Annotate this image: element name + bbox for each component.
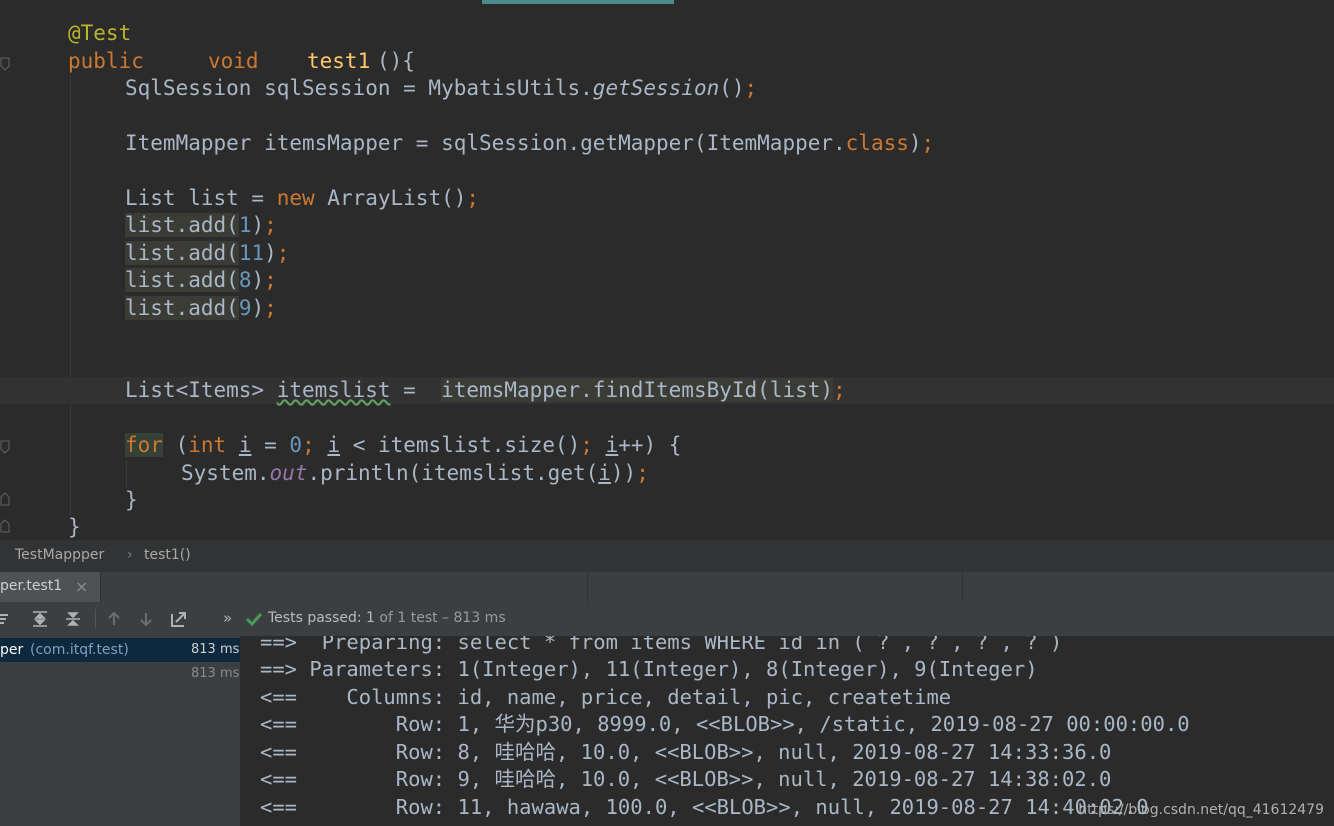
- method-name: test1: [307, 49, 371, 73]
- console-line: ==> Parameters: 1(Integer), 11(Integer),…: [260, 657, 1038, 681]
- keyword: public: [68, 49, 144, 73]
- test-duration: 813 ms: [191, 642, 240, 657]
- run-tab-label: per.test1: [0, 578, 63, 594]
- code-text: list.add(1);: [125, 213, 277, 237]
- breadcrumb: TestMappper › test1(): [0, 540, 1334, 572]
- console-line: <== Row: 11, hawawa, 100.0, <<BLOB>>, nu…: [260, 795, 1149, 819]
- code-line[interactable]: @Test: [0, 20, 1334, 47]
- test-class-label: per: [0, 642, 24, 658]
- code-text: }: [125, 488, 138, 512]
- tree-row-selected[interactable]: per (com.itqf.test) 813 ms: [0, 638, 240, 662]
- tab-divider: [962, 572, 963, 602]
- code-line[interactable]: for (int i = 0; i < itemslist.size(); i+…: [0, 432, 1334, 459]
- close-icon[interactable]: ×: [75, 577, 88, 596]
- test-package-label: (com.itqf.test): [30, 642, 129, 658]
- editor-tab-indicator: [482, 0, 674, 4]
- code-text: (){: [377, 49, 415, 73]
- code-text: list.add(8);: [125, 268, 277, 292]
- tab-divider: [587, 572, 588, 602]
- test-status-text: Tests passed: 1 of 1 test – 813 ms: [268, 610, 506, 626]
- keyword: void: [208, 49, 259, 73]
- code-editor[interactable]: @Test public void test1 (){ SqlSession s…: [0, 0, 1334, 540]
- run-toolbar: » Tests passed: 1 of 1 test – 813 ms: [0, 602, 1334, 636]
- code-text: List list = new ArrayList();: [125, 186, 480, 210]
- breadcrumb-item-method[interactable]: test1(): [144, 547, 191, 563]
- code-line[interactable]: list.add(8);: [0, 267, 1334, 294]
- code-line[interactable]: list.add(1);: [0, 212, 1334, 239]
- collapse-all-icon[interactable]: [64, 610, 82, 628]
- console-line: <== Row: 1, 华为p30, 8999.0, <<BLOB>>, /st…: [260, 712, 1190, 736]
- annotation: @Test: [68, 21, 132, 45]
- code-line[interactable]: }: [0, 487, 1334, 514]
- console-line: <== Row: 8, 哇哈哈, 10.0, <<BLOB>>, null, 2…: [260, 740, 1112, 764]
- code-line[interactable]: SqlSession sqlSession = MybatisUtils.get…: [0, 75, 1334, 102]
- run-tab-bar: per.test1 ×: [0, 572, 1334, 602]
- code-text: }: [68, 515, 81, 539]
- code-line[interactable]: list.add(9);: [0, 295, 1334, 322]
- watermark: https://blog.csdn.net/qq_41612479: [1078, 802, 1324, 818]
- code-text: for (int i = 0; i < itemslist.size(); i+…: [125, 433, 682, 457]
- run-tab-test1[interactable]: per.test1 ×: [0, 572, 100, 602]
- export-icon[interactable]: [170, 610, 188, 628]
- check-icon: [246, 612, 262, 626]
- test-duration: 813 ms: [191, 666, 240, 681]
- code-text: list.add(11);: [125, 241, 290, 265]
- code-text: ItemMapper itemsMapper = sqlSession.getM…: [125, 131, 935, 155]
- code-text: SqlSession sqlSession = MybatisUtils.get…: [125, 76, 758, 100]
- code-line[interactable]: list.add(11);: [0, 240, 1334, 267]
- arrow-down-icon[interactable]: [137, 610, 155, 628]
- test-results-tree: per (com.itqf.test) 813 ms 813 ms: [0, 636, 240, 826]
- console-line: <== Row: 9, 哇哈哈, 10.0, <<BLOB>>, null, 2…: [260, 767, 1112, 791]
- code-line[interactable]: System.out.println(itemslist.get(i));: [0, 460, 1334, 487]
- code-line[interactable]: List list = new ArrayList();: [0, 185, 1334, 212]
- arrow-up-icon[interactable]: [105, 610, 123, 628]
- code-line[interactable]: public void test1 (){: [0, 48, 1334, 75]
- toolbar-divider: [95, 609, 96, 629]
- code-line-current[interactable]: List<Items> itemslist = itemsMapper.find…: [0, 377, 1334, 404]
- more-icon[interactable]: »: [223, 609, 232, 627]
- tree-row[interactable]: 813 ms: [0, 662, 240, 686]
- code-text: list.add(9);: [125, 296, 277, 320]
- tab-divider: [100, 572, 101, 602]
- code-text: List<Items> itemslist = itemsMapper.find…: [125, 378, 846, 402]
- console-line: <== Columns: id, name, price, detail, pi…: [260, 685, 952, 709]
- console-output[interactable]: ==> Preparing: select * from items WHERE…: [241, 636, 1334, 826]
- code-line[interactable]: ItemMapper itemsMapper = sqlSession.getM…: [0, 130, 1334, 157]
- breadcrumb-separator: ›: [127, 547, 133, 563]
- code-text: System.out.println(itemslist.get(i));: [181, 461, 649, 485]
- console-line: ==> Preparing: select * from items WHERE…: [260, 636, 1063, 654]
- breadcrumb-item-class[interactable]: TestMappper: [15, 547, 104, 563]
- expand-all-icon[interactable]: [31, 610, 49, 628]
- sort-icon[interactable]: [0, 610, 10, 628]
- code-line[interactable]: }: [0, 514, 1334, 540]
